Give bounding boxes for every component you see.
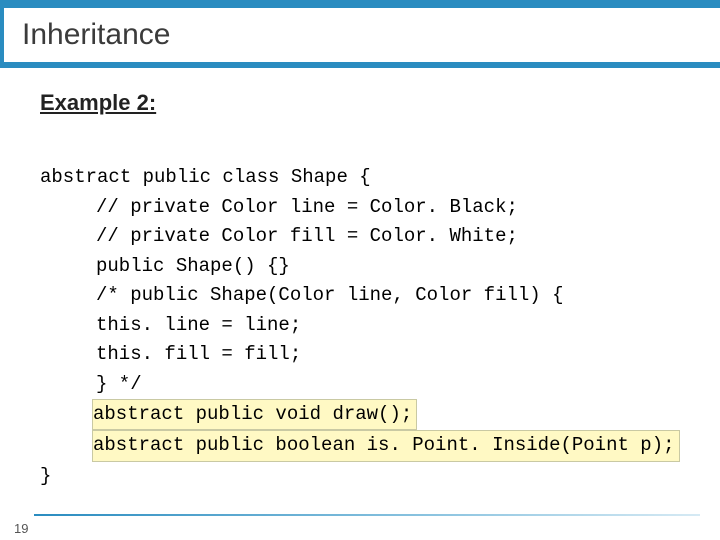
footer: 19 (0, 514, 720, 540)
code-line: // private Color line = Color. Black; (96, 196, 518, 218)
code-line: this. line = line; (96, 314, 301, 336)
highlighted-code-line: abstract public void draw(); (92, 399, 417, 430)
title-strip: Inheritance (4, 8, 720, 62)
title-bar: Inheritance (0, 0, 720, 68)
code-line: abstract public class Shape { (40, 166, 371, 188)
content-area: Example 2: abstract public class Shape {… (0, 68, 720, 521)
code-block: abstract public class Shape { // private… (40, 134, 686, 521)
page-number: 19 (14, 521, 28, 536)
code-line: this. fill = fill; (96, 343, 301, 365)
code-line: /* public Shape(Color line, Color fill) … (96, 284, 563, 306)
code-line: public Shape() {} (96, 255, 290, 277)
example-heading: Example 2: (40, 90, 686, 116)
code-line: } (40, 465, 51, 487)
highlighted-code-line: abstract public boolean is. Point. Insid… (92, 430, 680, 461)
code-line: // private Color fill = Color. White; (96, 225, 518, 247)
slide: Inheritance Example 2: abstract public c… (0, 0, 720, 540)
slide-title: Inheritance (22, 18, 170, 52)
code-line: } */ (96, 373, 142, 395)
footer-divider (34, 514, 700, 516)
